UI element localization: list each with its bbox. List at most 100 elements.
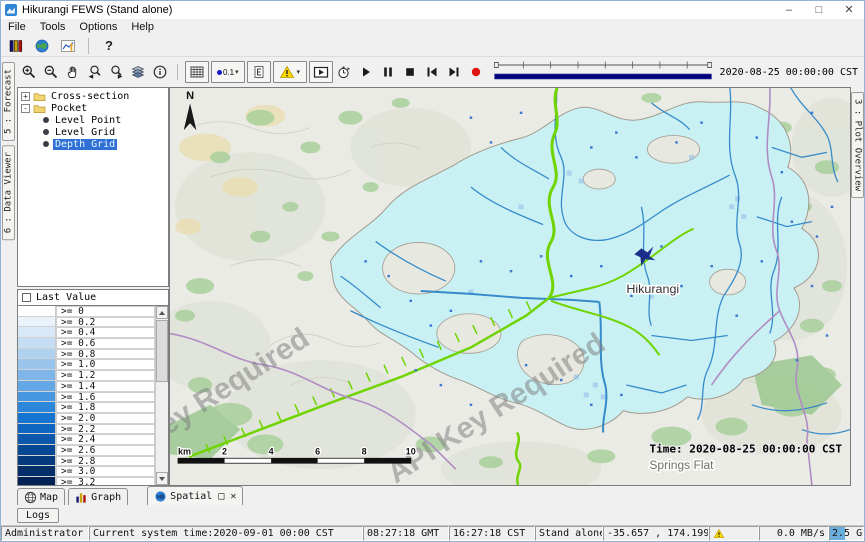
expand-icon[interactable]: + xyxy=(21,92,30,101)
bottom-tab-row: Map Graph Spatial □ ✕ xyxy=(1,486,864,505)
zoom-in-icon xyxy=(21,64,37,80)
tab-forecast[interactable]: 5 : Forecast xyxy=(2,62,15,141)
svg-text:6: 6 xyxy=(315,446,320,456)
legend-row[interactable]: >= 1.6 xyxy=(18,392,155,403)
scrollbar-thumb[interactable] xyxy=(156,320,168,382)
contour-value-dropdown[interactable]: 0.1▾ xyxy=(211,61,245,83)
zoom-previous-button[interactable] xyxy=(85,61,105,83)
svg-text:N: N xyxy=(186,90,194,102)
status-local-time: 16:27:18 CST xyxy=(449,526,535,541)
legend-header: Last Value xyxy=(17,289,169,306)
legend-row[interactable]: >= 0 xyxy=(18,306,155,317)
pause-button[interactable] xyxy=(378,61,398,83)
legend-row[interactable]: >= 1.4 xyxy=(18,381,155,392)
tree-node-pocket[interactable]: - Pocket xyxy=(20,102,168,114)
status-memory: 2.5 GB xyxy=(829,526,864,541)
scroll-up-button[interactable] xyxy=(156,306,168,319)
movie-export-button[interactable] xyxy=(309,61,333,83)
menu-help[interactable]: Help xyxy=(124,21,161,33)
legend-swatch xyxy=(18,477,56,485)
tab-graph[interactable]: Graph xyxy=(68,488,128,505)
place-label-springs-flat: Springs Flat xyxy=(649,458,714,472)
legend-swatch xyxy=(18,424,56,434)
tab-data-viewer[interactable]: 6 : Data Viewer xyxy=(2,145,15,240)
panel-close-button[interactable]: ✕ xyxy=(230,491,236,502)
legend-swatch xyxy=(18,349,56,359)
zoom-in-button[interactable] xyxy=(19,61,39,83)
tree-node-level-grid[interactable]: Level Grid xyxy=(20,126,168,138)
legend-row[interactable]: >= 0.6 xyxy=(18,338,155,349)
legend-row[interactable]: >= 2.4 xyxy=(18,434,155,445)
database-viewer-button[interactable] xyxy=(5,36,27,56)
tree-node-level-point[interactable]: Level Point xyxy=(20,114,168,126)
maximize-button[interactable]: □ xyxy=(804,1,834,19)
labels-button[interactable] xyxy=(247,61,271,83)
collapse-icon[interactable]: - xyxy=(21,104,30,113)
right-tab-strip: 3 : Plot Overview xyxy=(851,87,864,486)
toolbar-separator xyxy=(177,64,178,80)
logs-button[interactable]: Logs xyxy=(17,508,59,523)
status-warning-cell[interactable] xyxy=(709,526,759,541)
skip-end-icon xyxy=(446,64,462,80)
legend-scrollbar[interactable] xyxy=(155,306,168,485)
thresholds-dropdown[interactable]: ▾ xyxy=(273,61,307,83)
legend-row[interactable]: >= 2.0 xyxy=(18,413,155,424)
skip-to-end-button[interactable] xyxy=(444,61,464,83)
label-e-icon xyxy=(251,64,267,80)
legend-row[interactable]: >= 1.8 xyxy=(18,402,155,413)
time-slider[interactable] xyxy=(493,59,713,85)
zoom-out-button[interactable] xyxy=(41,61,61,83)
timeseries-button[interactable] xyxy=(57,36,79,56)
help-button[interactable]: ? xyxy=(98,36,120,56)
filters-panel: + Cross-section - Pocket Level Point xyxy=(15,87,169,486)
tree-node-cross-section[interactable]: + Cross-section xyxy=(20,90,168,102)
layers-button[interactable] xyxy=(128,61,148,83)
legend-swatch xyxy=(18,381,56,391)
status-system-time: Current system time:2020-09-01 00:00 CST xyxy=(89,526,363,541)
info-icon xyxy=(152,64,168,80)
tab-map[interactable]: Map xyxy=(17,488,65,505)
dot-icon xyxy=(217,70,222,75)
tab-spatial[interactable]: Spatial □ ✕ xyxy=(147,486,243,505)
zoom-next-button[interactable] xyxy=(106,61,126,83)
scrollbar-track[interactable] xyxy=(156,382,168,472)
bullet-icon xyxy=(43,129,49,135)
grid-display-button[interactable] xyxy=(185,61,209,83)
legend-row[interactable]: >= 1.0 xyxy=(18,359,155,370)
map-display-button[interactable] xyxy=(31,36,53,56)
info-button[interactable] xyxy=(150,61,170,83)
play-button[interactable] xyxy=(356,61,376,83)
menu-tools[interactable]: Tools xyxy=(33,21,73,33)
animation-settings-button[interactable] xyxy=(335,61,355,83)
stop-button[interactable] xyxy=(400,61,420,83)
pan-button[interactable] xyxy=(63,61,83,83)
tab-plot-overview[interactable]: 3 : Plot Overview xyxy=(851,92,864,198)
tree-node-depth-grid[interactable]: Depth Grid xyxy=(20,138,168,150)
legend-row[interactable]: >= 0.2 xyxy=(18,317,155,328)
legend-row[interactable]: >= 2.6 xyxy=(18,445,155,456)
menu-file[interactable]: File xyxy=(1,21,33,33)
legend-row[interactable]: >= 2.8 xyxy=(18,456,155,467)
panel-maximize-button[interactable]: □ xyxy=(218,491,224,502)
close-button[interactable]: ✕ xyxy=(834,1,864,19)
legend-swatch xyxy=(18,413,56,423)
menu-options[interactable]: Options xyxy=(72,21,124,33)
skip-to-start-button[interactable] xyxy=(422,61,442,83)
window-title: Hikurangi FEWS (Stand alone) xyxy=(22,4,774,16)
line-chart-icon xyxy=(60,38,76,54)
legend-row[interactable]: >= 3.0 xyxy=(18,466,155,477)
last-value-checkbox[interactable] xyxy=(22,293,31,302)
minimize-button[interactable]: – xyxy=(774,1,804,19)
map-canvas[interactable]: N API Key Required API Key Required Hiku… xyxy=(169,87,851,486)
stop-icon xyxy=(402,64,418,80)
skip-start-icon xyxy=(424,64,440,80)
parameter-tree: + Cross-section - Pocket Level Point xyxy=(17,87,169,287)
legend-row[interactable]: >= 0.4 xyxy=(18,327,155,338)
legend-row[interactable]: >= 0.8 xyxy=(18,349,155,360)
pause-icon xyxy=(380,64,396,80)
scroll-down-button[interactable] xyxy=(156,472,168,485)
legend-row[interactable]: >= 1.2 xyxy=(18,370,155,381)
legend-row[interactable]: >= 3.2 xyxy=(18,477,155,485)
record-button[interactable] xyxy=(466,61,486,83)
legend-row[interactable]: >= 2.2 xyxy=(18,424,155,435)
